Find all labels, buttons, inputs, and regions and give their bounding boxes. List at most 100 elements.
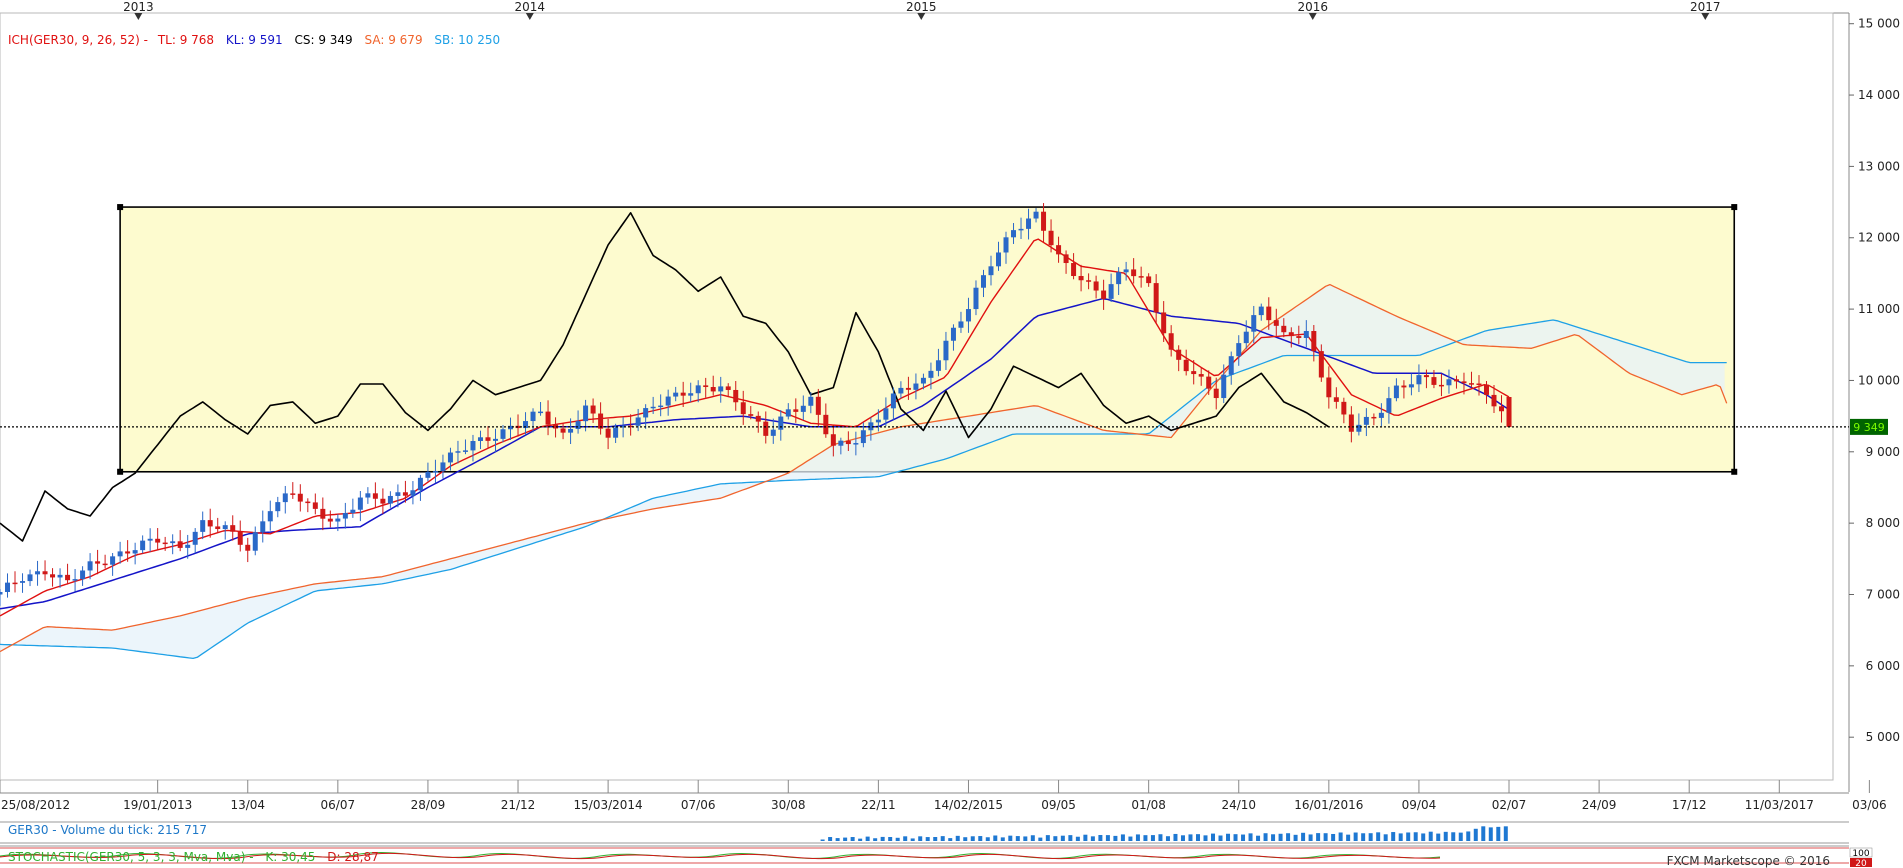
candle-body xyxy=(1093,281,1099,291)
candle-body xyxy=(27,574,33,582)
candle-body xyxy=(215,526,221,530)
candle-body xyxy=(1393,385,1399,399)
price-tick-label: 14 000 xyxy=(1858,88,1900,102)
volume-bar xyxy=(1301,832,1306,841)
candle-body xyxy=(1048,230,1054,246)
candle-body xyxy=(785,409,791,417)
volume-bar xyxy=(1458,832,1463,841)
volume-bar xyxy=(1241,834,1246,841)
candle-body xyxy=(605,428,611,438)
candle-body xyxy=(1453,379,1459,382)
volume-bar xyxy=(1286,833,1291,841)
candle-body xyxy=(1161,312,1167,334)
volume-bar xyxy=(1083,834,1088,841)
price-tick-label: 10 000 xyxy=(1858,373,1900,387)
legend-sa: SA: 9 679 xyxy=(365,33,423,47)
candle-body xyxy=(447,452,453,463)
volume-bar xyxy=(1323,833,1328,841)
volume-bar xyxy=(820,839,825,841)
candle-body xyxy=(650,406,656,409)
date-tick-label: 09/04 xyxy=(1402,798,1437,812)
volume-bar xyxy=(1263,833,1268,841)
volume-bar xyxy=(1180,835,1185,841)
candle-body xyxy=(1011,230,1017,238)
candle-body xyxy=(905,387,911,390)
candle-body xyxy=(1438,384,1444,387)
volume-bar xyxy=(948,838,953,841)
candle-body xyxy=(778,416,784,430)
date-tick-label: 21/12 xyxy=(501,798,536,812)
candle-body xyxy=(185,544,191,548)
candle-body xyxy=(1446,379,1452,386)
candle-body xyxy=(350,509,356,514)
candle-body xyxy=(380,498,386,504)
date-tick-label: 02/07 xyxy=(1492,798,1527,812)
candle-body xyxy=(613,427,619,438)
candle-body xyxy=(222,525,228,530)
price-tick-label: 15 000 xyxy=(1858,17,1900,31)
volume-bar xyxy=(1361,833,1366,841)
legend-sb: SB: 10 250 xyxy=(434,33,500,47)
candle-body xyxy=(1033,211,1039,219)
candle-body xyxy=(823,414,829,435)
ichimoku-chart[interactable]: 15 000 14 000 13 000 12 000 11 000 10 000 9 00… xyxy=(0,0,1903,868)
candle-body xyxy=(1101,290,1107,299)
volume-bar xyxy=(1473,828,1478,841)
candle-body xyxy=(1303,331,1309,338)
candle-body xyxy=(20,581,26,583)
volume-panel[interactable]: GER30 - Volume du tick: 215 717 xyxy=(0,821,1849,844)
candle-body xyxy=(590,405,596,414)
candle-body xyxy=(1431,377,1437,385)
date-tick-label: 07/06 xyxy=(681,798,716,812)
candle-body xyxy=(1213,388,1219,399)
candle-body xyxy=(530,411,536,422)
date-tick-label: 13/04 xyxy=(230,798,265,812)
candle-body xyxy=(252,532,258,551)
candle-body xyxy=(170,541,176,544)
candle-body xyxy=(1138,276,1144,278)
candle-body xyxy=(1206,376,1212,389)
candle-body xyxy=(395,492,401,496)
candle-body xyxy=(1499,406,1505,412)
candle-body xyxy=(725,386,731,390)
candle-body xyxy=(583,405,589,422)
stochastic-scale-100: 100 xyxy=(1852,849,1869,859)
candle-body xyxy=(1078,276,1084,281)
price-tick-label: 12 000 xyxy=(1858,231,1900,245)
stochastic-scale-20: 20 xyxy=(1855,859,1867,868)
volume-bar xyxy=(1165,836,1170,841)
candle-body xyxy=(282,493,288,503)
volume-bar xyxy=(985,837,990,841)
candle-body xyxy=(1191,371,1197,375)
candle-body xyxy=(1003,237,1009,253)
volume-bar xyxy=(1376,832,1381,841)
candle-body xyxy=(1056,245,1062,255)
volume-bar xyxy=(1398,833,1403,841)
candle-body xyxy=(1491,394,1497,407)
stochastic-panel[interactable]: STOCHASTIC(GER30, 5, 3, 3, Mva, Mva) - K… xyxy=(0,845,1873,868)
candle-body xyxy=(1326,377,1332,398)
candle-body xyxy=(1461,381,1467,384)
date-tick-label: 28/09 xyxy=(411,798,446,812)
volume-bar xyxy=(925,837,930,841)
candle-body xyxy=(245,544,251,551)
candle-body xyxy=(1468,383,1474,385)
candle-body xyxy=(1341,401,1347,415)
candle-body xyxy=(883,408,889,420)
candle-body xyxy=(1386,398,1392,413)
candle-body xyxy=(830,434,836,446)
candle-body xyxy=(658,405,664,408)
candle-body xyxy=(260,521,266,533)
date-tick-label: 09/05 xyxy=(1041,798,1076,812)
price-tick-label: 5 000 xyxy=(1866,730,1900,744)
candle-body xyxy=(958,321,964,328)
candle-body xyxy=(920,377,926,384)
legend-title: ICH(GER30, 9, 26, 52) - xyxy=(8,33,148,47)
year-label: 2013 xyxy=(123,0,154,14)
candle-body xyxy=(200,520,206,532)
candle-body xyxy=(117,551,123,557)
date-tick-label: 01/08 xyxy=(1131,798,1166,812)
volume-bar xyxy=(918,836,923,841)
candle-body xyxy=(1018,228,1024,231)
candle-body xyxy=(800,405,806,412)
